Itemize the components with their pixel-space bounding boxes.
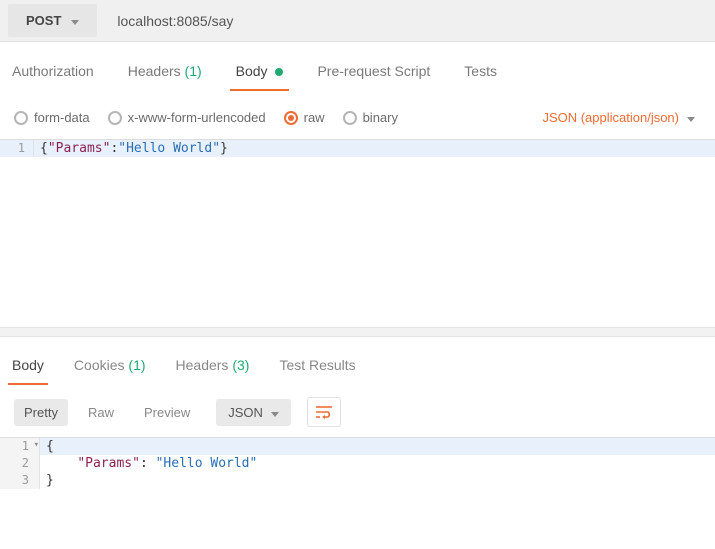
line-number: 1 <box>0 140 34 157</box>
toggle-wrap-button[interactable] <box>307 397 341 427</box>
response-tab-body[interactable]: Body <box>12 357 44 385</box>
radio-label: raw <box>304 110 325 125</box>
body-type-radio-x-www-form-urlencoded[interactable]: x-www-form-urlencoded <box>108 110 266 125</box>
code-content: {"Params":"Hello World"} <box>34 140 715 157</box>
code-content: "Params": "Hello World" <box>40 455 715 472</box>
request-body-editor[interactable]: 1{"Params":"Hello World"} <box>0 139 715 327</box>
line-number: 3 <box>0 472 40 489</box>
response-headers-count: (3) <box>228 357 249 373</box>
response-tab-cookies[interactable]: Cookies (1) <box>74 357 146 385</box>
view-mode-pretty[interactable]: Pretty <box>14 399 68 426</box>
cookies-count: (1) <box>125 357 146 373</box>
request-tabs: Authorization Headers (1) Body Pre-request… <box>0 42 715 92</box>
radio-icon <box>343 111 357 125</box>
request-tab-authorization[interactable]: Authorization <box>12 63 94 91</box>
line-number: 2 <box>0 455 40 472</box>
code-line: 1{"Params":"Hello World"} <box>0 140 715 157</box>
response-view-row: Pretty Raw Preview JSON <box>0 385 715 437</box>
wrap-icon <box>315 405 333 419</box>
response-tab-headers[interactable]: Headers (3) <box>176 357 250 385</box>
body-type-radio-form-data[interactable]: form-data <box>14 110 90 125</box>
url-value: localhost:8085/say <box>117 13 233 29</box>
response-format-label: JSON <box>228 405 263 420</box>
view-mode-preview[interactable]: Preview <box>134 399 200 426</box>
content-type-label: JSON (application/json) <box>542 110 679 125</box>
body-indicator-dot <box>275 68 283 76</box>
radio-label: form-data <box>34 110 90 125</box>
code-line: 3} <box>0 472 715 489</box>
chevron-down-icon <box>271 405 279 420</box>
body-type-radio-binary[interactable]: binary <box>343 110 398 125</box>
code-content: } <box>40 472 715 489</box>
headers-count: (1) <box>181 63 202 79</box>
code-line: 1▾{ <box>0 438 715 455</box>
radio-icon <box>14 111 28 125</box>
body-type-row: form-data x-www-form-urlencoded raw binary J… <box>0 92 715 139</box>
response-format-select[interactable]: JSON <box>216 399 291 426</box>
code-line: 2 "Params": "Hello World" <box>0 455 715 472</box>
response-tabs: Body Cookies (1) Headers (3) Test Results <box>0 337 715 385</box>
radio-icon <box>284 111 298 125</box>
response-tab-test-results[interactable]: Test Results <box>279 357 355 385</box>
chevron-down-icon <box>71 13 79 28</box>
http-method-label: POST <box>26 13 61 28</box>
request-tab-tests[interactable]: Tests <box>464 63 497 91</box>
response-body-editor[interactable]: 1▾{2 "Params": "Hello World"3} <box>0 437 715 489</box>
request-tab-headers[interactable]: Headers (1) <box>128 63 202 91</box>
body-type-radio-raw[interactable]: raw <box>284 110 325 125</box>
fold-icon[interactable]: ▾ <box>34 440 39 450</box>
request-tab-body[interactable]: Body <box>236 63 284 91</box>
radio-label: x-www-form-urlencoded <box>128 110 266 125</box>
line-number: 1▾ <box>0 438 40 455</box>
content-type-select[interactable]: JSON (application/json) <box>542 110 701 125</box>
code-content: { <box>40 438 715 455</box>
url-input[interactable]: localhost:8085/say <box>103 0 707 41</box>
panel-divider <box>0 327 715 337</box>
chevron-down-icon <box>687 110 695 125</box>
request-tab-pre-request-script[interactable]: Pre-request Script <box>317 63 430 91</box>
view-mode-raw[interactable]: Raw <box>78 399 124 426</box>
http-method-select[interactable]: POST <box>8 4 97 37</box>
radio-label: binary <box>363 110 398 125</box>
radio-icon <box>108 111 122 125</box>
